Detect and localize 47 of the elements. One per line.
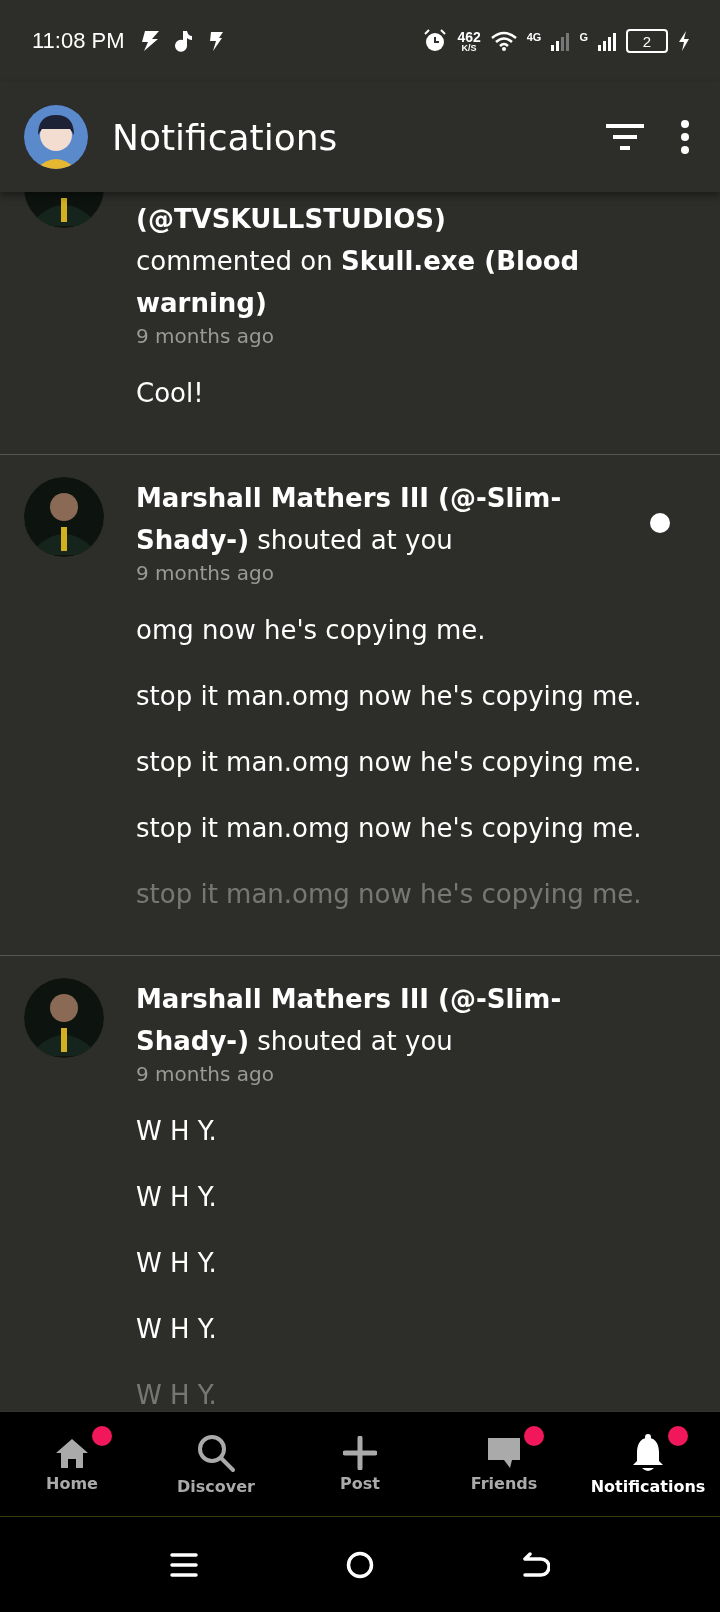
alarm-icon: [423, 29, 448, 53]
wifi-icon: [490, 31, 517, 51]
timestamp: 9 months ago: [136, 1062, 275, 1086]
nav-tab[interactable]: Discover: [144, 1412, 288, 1516]
message-text: stop it man.omg now he's copying me.: [136, 812, 642, 845]
chat-icon: [486, 1435, 522, 1470]
message-text: stop it man.omg now he's copying me.: [136, 680, 642, 713]
message-text: W H Y.: [136, 1247, 218, 1280]
network-label: G: [579, 31, 588, 43]
search-icon: [196, 1432, 236, 1473]
page-title: Notifications: [112, 116, 339, 158]
message-text: Cool!: [136, 377, 205, 410]
more-options-icon: [680, 120, 690, 154]
signal-icon: [551, 31, 570, 51]
back-icon: [522, 1550, 550, 1579]
circle-icon: [346, 1550, 374, 1579]
menu-icon: [170, 1550, 198, 1579]
network-label: 4G: [526, 31, 542, 43]
notification-text: (@TVSKULLSTUDIOS) commented on Skull.exe (Blood warning): [136, 203, 581, 320]
charging-icon: [678, 31, 690, 51]
avatar[interactable]: [24, 978, 104, 1058]
nav-tab[interactable]: Friends: [432, 1412, 576, 1516]
notification-text: Marshall Mathers III (@-Slim-Shady-) shouted at you: [136, 482, 563, 557]
message-text: W H Y.: [136, 1379, 218, 1411]
nav-tab[interactable]: Home: [0, 1412, 144, 1516]
notification-text: Marshall Mathers III (@-Slim-Shady-) shouted at you: [136, 983, 563, 1058]
message-text: W H Y.: [136, 1181, 218, 1214]
filter-icon: [606, 122, 644, 152]
message-text: stop it man.omg now he's copying me.: [136, 746, 642, 779]
battery-level: 2: [626, 29, 668, 53]
music-note-icon: [174, 30, 193, 52]
message-text: W H Y.: [136, 1313, 218, 1346]
bell-icon: [631, 1432, 665, 1473]
clock: 11:08 PM: [32, 28, 125, 54]
signal-icon: [598, 31, 616, 51]
message-text: stop it man.omg now he's copying me.: [136, 878, 642, 911]
plus-icon: [343, 1435, 377, 1470]
nav-tab[interactable]: Post: [288, 1412, 432, 1516]
message-text: W H Y.: [136, 1115, 218, 1148]
message-text: omg now he's copying me.: [136, 614, 487, 647]
profile-avatar[interactable]: [24, 105, 88, 169]
timestamp: 9 months ago: [136, 561, 275, 585]
nav-tab[interactable]: Notifications: [576, 1412, 720, 1516]
avatar[interactable]: [24, 477, 104, 557]
speed-unit: K/S: [461, 43, 477, 53]
timestamp: 9 months ago: [136, 324, 275, 348]
speed-value: 462: [457, 29, 481, 44]
